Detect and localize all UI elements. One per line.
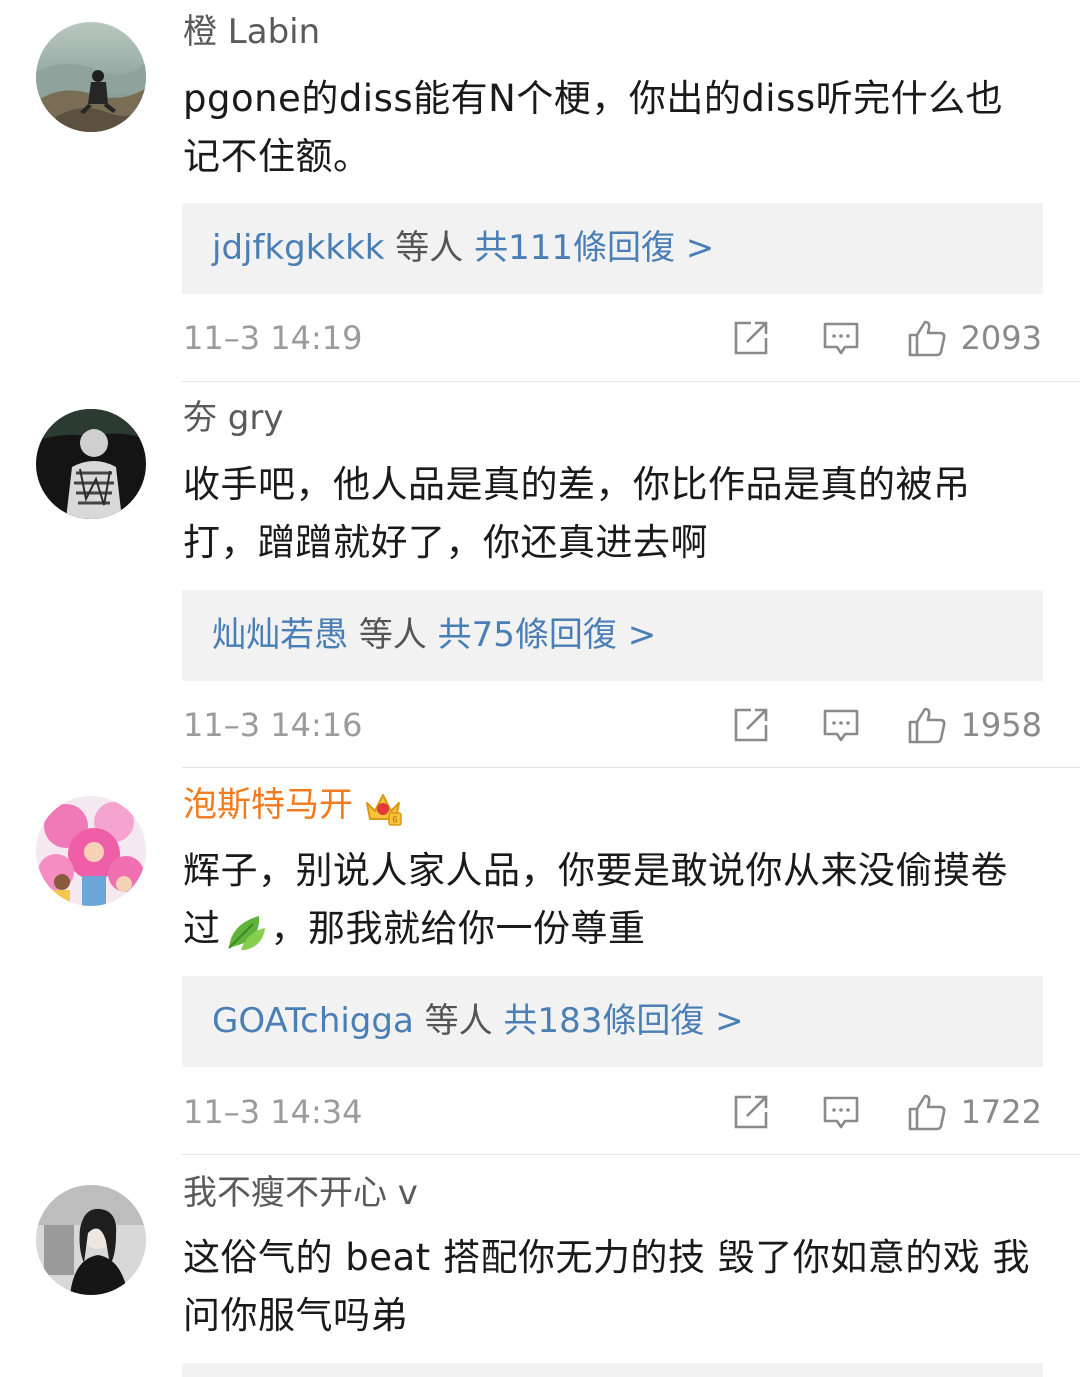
reply-count-link[interactable]: 共111條回復 >	[474, 228, 714, 268]
comment-meta: 11–3 14:19 2093	[183, 316, 1042, 360]
comment-item: 我不瘦不开心 v 这俗气的 beat 搭配你无力的技 毁了你如意的戏 我问你服气…	[0, 1156, 1080, 1377]
comment-text: 这俗气的 beat 搭配你无力的技 毁了你如意的戏 我问你服气吗弟	[183, 1236, 1030, 1337]
reply-connector: 等人	[358, 615, 427, 655]
timestamp: 11–3 14:16	[183, 706, 363, 744]
share-icon[interactable]	[731, 705, 771, 745]
divider	[182, 381, 1080, 382]
username[interactable]: 泡斯特马开 6	[183, 785, 403, 827]
like-button[interactable]: 1722	[907, 1090, 1042, 1134]
comment-icon[interactable]	[821, 318, 861, 358]
like-count: 1722	[960, 1093, 1042, 1131]
divider	[182, 767, 1080, 768]
username[interactable]: 橙 Labin	[183, 12, 320, 52]
replies-summary[interactable]: GOATchigga 等人 共183條回復 >	[182, 976, 1043, 1067]
comment-text: 辉子，别说人家人品，你要是敢说你从来没偷摸卷过 ，那我就给你一份尊重	[183, 842, 1033, 958]
reply-count-link[interactable]: 共183條回復 >	[503, 1001, 743, 1041]
leaf-emoji-icon	[227, 915, 265, 950]
like-count: 2093	[960, 319, 1042, 357]
avatar-image	[36, 1185, 146, 1295]
thumbs-up-icon	[908, 320, 946, 357]
reply-connector: 等人	[395, 228, 464, 268]
comment-meta: 11–3 14:16 1958	[183, 703, 1042, 747]
timestamp: 11–3 14:34	[183, 1093, 363, 1131]
like-count: 1958	[960, 706, 1042, 744]
comment-item: 夯 gry 收手吧，他人品是真的差，你比作品是真的被吊打，蹭蹭就好了，你还真进去…	[0, 383, 1080, 768]
timestamp: 11–3 14:19	[183, 319, 363, 357]
username-text: 泡斯特马开	[183, 785, 353, 825]
comment-meta: 11–3 14:34 1722	[183, 1090, 1042, 1134]
comment-icon[interactable]	[821, 1092, 861, 1132]
avatar[interactable]	[36, 409, 146, 519]
avatar[interactable]	[36, 1185, 146, 1295]
avatar-image	[36, 796, 146, 906]
comment-text-part: ，那我就给你一份尊重	[270, 907, 646, 950]
username[interactable]: 夯 gry	[183, 398, 284, 438]
replies-summary[interactable]: 灿灿若愚 等人 共75條回復 >	[182, 590, 1043, 681]
comment-actions: 1958	[731, 703, 1042, 747]
crown-badge-icon: 6	[366, 793, 402, 826]
share-icon[interactable]	[731, 318, 771, 358]
comment-actions: 2093	[731, 316, 1042, 360]
comment-icon[interactable]	[821, 705, 861, 745]
username[interactable]: 我不瘦不开心 v	[183, 1173, 418, 1213]
comment-item: 泡斯特马开 6 辉子，别说人家人品，你要是敢说你从来没偷摸卷过 ，那我就给你一份…	[0, 769, 1080, 1155]
comment-actions: 1722	[731, 1090, 1042, 1134]
avatar-image	[36, 22, 146, 132]
divider	[182, 1154, 1080, 1155]
reply-count-link[interactable]: 共75條回復 >	[438, 615, 657, 655]
reply-usernames[interactable]: jdjfkgkkkk	[212, 228, 384, 268]
reply-usernames[interactable]: GOATchigga	[212, 1001, 414, 1041]
avatar-image	[36, 409, 146, 519]
comment-item: 橙 Labin pgone的diss能有N个梗，你出的diss听完什么也记不住额…	[0, 0, 1080, 382]
like-button[interactable]: 2093	[907, 316, 1042, 360]
replies-summary[interactable]: jdjfkgkkkk 等人 共111條回復 >	[182, 203, 1043, 294]
reply-usernames[interactable]: 灿灿若愚	[212, 615, 348, 655]
thumbs-up-icon	[908, 707, 946, 744]
thumbs-up-icon	[908, 1094, 946, 1131]
reply-connector: 等人	[424, 1001, 493, 1041]
share-icon[interactable]	[731, 1092, 771, 1132]
avatar[interactable]	[36, 796, 146, 906]
avatar[interactable]	[36, 22, 146, 132]
svg-text:6: 6	[392, 814, 397, 824]
comment-text: pgone的diss能有N个梗，你出的diss听完什么也记不住额。	[183, 77, 1004, 178]
replies-summary[interactable]	[182, 1363, 1043, 1377]
comment-feed: 橙 Labin pgone的diss能有N个梗，你出的diss听完什么也记不住额…	[0, 0, 1080, 1377]
like-button[interactable]: 1958	[907, 703, 1042, 747]
comment-text: 收手吧，他人品是真的差，你比作品是真的被吊打，蹭蹭就好了，你还真进去啊	[183, 463, 971, 564]
